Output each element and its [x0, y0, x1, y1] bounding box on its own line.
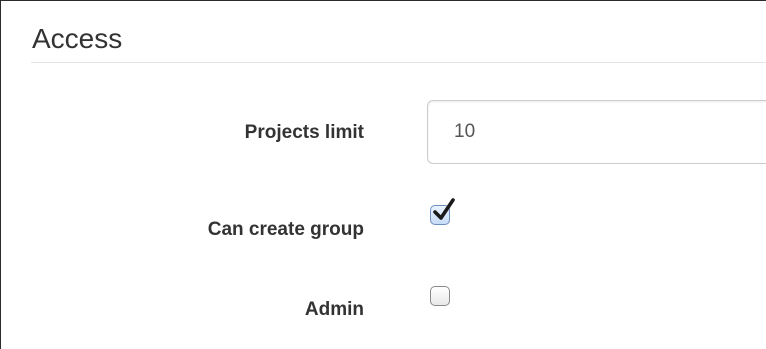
can-create-group-label: Can create group [207, 219, 364, 240]
can-create-group-checkbox[interactable] [430, 198, 455, 225]
section-divider [31, 62, 766, 63]
admin-checkbox[interactable] [430, 286, 450, 306]
checkmark-icon [433, 198, 455, 220]
projects-limit-input[interactable] [427, 100, 766, 164]
section-title: Access [32, 23, 123, 54]
projects-limit-label: Projects limit [244, 122, 364, 143]
admin-label: Admin [304, 299, 364, 320]
access-fieldset: Access Projects limit Can create group A… [0, 0, 766, 349]
